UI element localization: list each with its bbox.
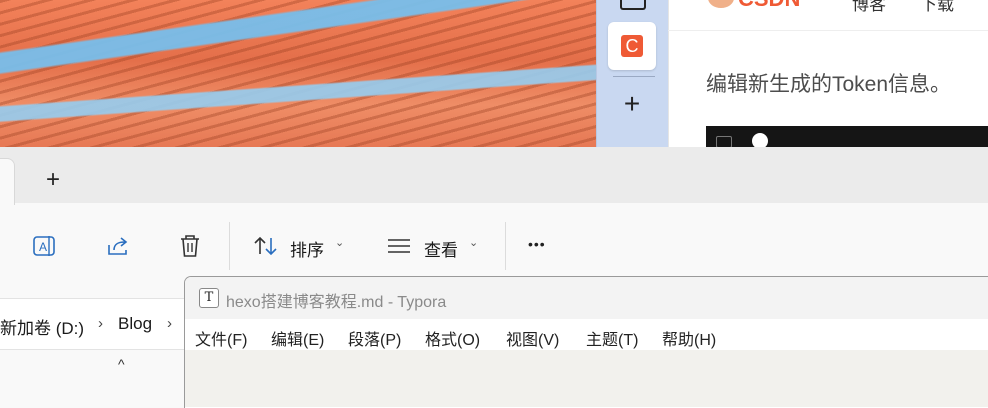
menu-file[interactable]: 文件(F) [195,326,247,350]
rename-icon[interactable]: A [30,232,58,260]
menu-edit[interactable]: 编辑(E) [271,326,324,350]
sidebar-top-icon[interactable] [620,0,646,10]
typora-editor-area[interactable] [185,350,988,407]
toolbar-divider [229,222,230,270]
share-icon[interactable] [104,232,132,260]
menu-theme[interactable]: 主题(T) [586,326,638,350]
sort-icon[interactable] [252,232,280,260]
sidebar-add-button[interactable]: + [619,90,645,118]
desktop-wallpaper [0,0,596,150]
menu-view[interactable]: 视图(V) [506,326,559,350]
trash-icon[interactable] [176,232,204,260]
nav-link-blog[interactable]: 博客 [852,0,886,15]
svg-text:A: A [39,240,47,254]
view-icon[interactable] [386,234,412,258]
new-tab-button[interactable]: + [40,166,66,194]
sidebar-divider [613,76,655,77]
article-paragraph: 编辑新生成的Token信息。 [706,73,952,96]
chevron-right-icon[interactable]: › [98,315,103,332]
chevron-right-icon[interactable]: › [167,315,172,332]
csdn-c-icon: C [621,35,643,57]
view-button[interactable]: 查看 [424,236,458,261]
explorer-toolbar [0,205,988,281]
menu-format[interactable]: 格式(O) [425,326,480,350]
sort-button[interactable]: 排序 [290,236,324,261]
menu-paragraph[interactable]: 段落(P) [348,326,401,350]
typora-logo-icon: T [199,288,219,308]
tab-active[interactable] [0,158,15,210]
window-title: hexo搭建博客教程.md - Typora [226,294,447,311]
nav-link-download[interactable]: 下载 [920,0,954,15]
breadcrumb-blog[interactable]: Blog [118,314,152,334]
chevron-down-icon: ⌄ [469,237,479,249]
menu-help[interactable]: 帮助(H) [662,326,716,350]
chevron-down-icon: ⌄ [335,237,345,249]
chevron-up-icon[interactable]: ^ [118,356,125,372]
csdn-logo[interactable]: CSDN [738,0,800,12]
breadcrumb-drive[interactable]: 新加卷 (D:) [0,314,84,339]
explorer-tab-bar [0,147,988,203]
more-options-button[interactable]: ••• [528,236,546,252]
toolbar-divider [505,222,506,270]
